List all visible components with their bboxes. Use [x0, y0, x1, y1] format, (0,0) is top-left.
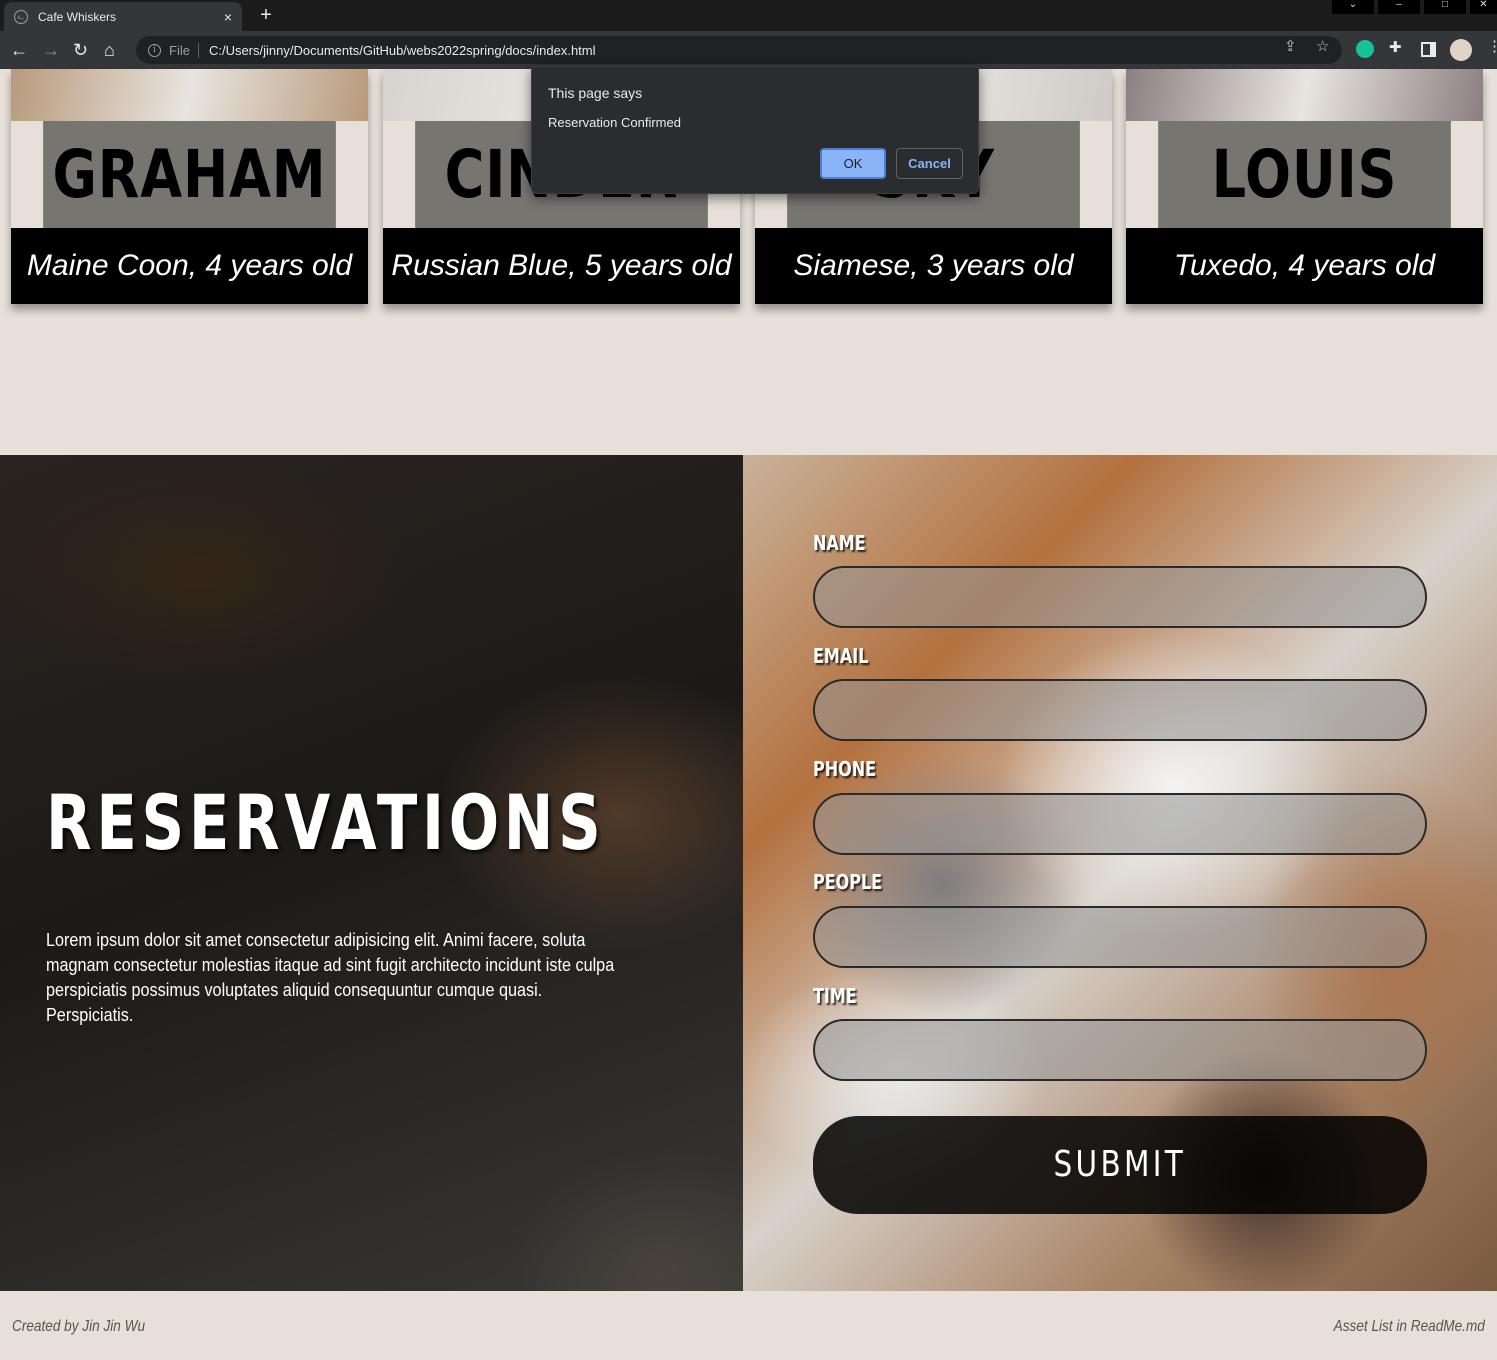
dialog-ok-button[interactable]: OK [820, 148, 886, 179]
name-input[interactable] [813, 566, 1427, 628]
cat-description: Siamese, 3 years old [755, 228, 1112, 304]
dialog-cancel-button[interactable]: Cancel [896, 148, 963, 179]
cat-name: GRAHAM [43, 121, 336, 228]
url-scheme: File [169, 42, 199, 58]
phone-label: PHONE [813, 757, 877, 781]
cat-card-louis: LOUIS Tuxedo, 4 years old [1126, 69, 1483, 304]
cat-favicon-icon: ᓚ [14, 9, 28, 24]
footer-credit: Created by Jin Jin Wu [12, 1318, 146, 1335]
new-tab-button[interactable]: + [254, 4, 278, 26]
cat-description: Russian Blue, 5 years old [383, 228, 740, 304]
close-window-icon[interactable]: ✕ [1470, 0, 1497, 14]
time-label: TIME [813, 984, 857, 1008]
time-input[interactable] [813, 1019, 1427, 1081]
browser-menu-icon[interactable]: ⋮ [1487, 37, 1497, 55]
maximize-window-icon[interactable]: □ [1424, 0, 1466, 14]
bookmark-star-icon[interactable]: ☆ [1316, 37, 1329, 55]
reservations-heading: RESERVATIONS [46, 778, 606, 867]
submit-label: SUBMIT [1053, 1144, 1187, 1185]
footer-asset-list: Asset List in ReadMe.md [1333, 1318, 1485, 1335]
cat-description: Tuxedo, 4 years old [1126, 228, 1483, 304]
tab-title: Cafe Whiskers [38, 9, 117, 24]
side-panel-icon[interactable] [1421, 42, 1436, 57]
reservations-description: Lorem ipsum dolor sit amet consectetur a… [46, 930, 615, 1025]
extensions-puzzle-icon[interactable]: ✚ [1389, 38, 1402, 56]
dialog-title: This page says [548, 85, 643, 101]
submit-button[interactable]: SUBMIT [813, 1116, 1427, 1214]
back-icon[interactable]: ← [10, 39, 28, 61]
people-label: PEOPLE [813, 870, 883, 894]
cat-photo-graham [11, 69, 368, 121]
forward-icon[interactable]: → [42, 39, 60, 61]
browser-tab-strip: ᓚ Cafe Whiskers × + ⌄ – □ ✕ [0, 0, 1497, 31]
cat-description: Maine Coon, 4 years old [11, 228, 368, 304]
alert-dialog: This page says Reservation Confirmed OK … [531, 66, 979, 194]
name-label: NAME [813, 531, 866, 555]
browser-tab[interactable]: ᓚ Cafe Whiskers × [4, 2, 242, 31]
cat-card-graham: GRAHAM Maine Coon, 4 years old [11, 69, 368, 304]
reload-icon[interactable]: ↻ [73, 39, 88, 61]
minimize-window-icon[interactable]: – [1378, 0, 1420, 14]
site-info-icon[interactable]: i [148, 43, 161, 57]
home-icon[interactable]: ⌂ [104, 39, 115, 61]
cat-name: LOUIS [1158, 121, 1451, 228]
email-label: EMAIL [813, 644, 869, 668]
profile-avatar-icon[interactable] [1450, 39, 1472, 61]
grammarly-extension-icon[interactable] [1356, 40, 1374, 58]
browser-toolbar: ← → ↻ ⌂ i File C:/Users/jinny/Documents/… [0, 31, 1497, 69]
share-icon[interactable]: ⇪ [1284, 37, 1297, 55]
reservations-background-photo [0, 455, 743, 1291]
url-text[interactable]: C:/Users/jinny/Documents/GitHub/webs2022… [209, 43, 596, 58]
phone-input[interactable] [813, 793, 1427, 855]
close-tab-icon[interactable]: × [224, 9, 232, 25]
address-bar[interactable]: i File C:/Users/jinny/Documents/GitHub/w… [136, 36, 1342, 64]
email-input[interactable] [813, 679, 1427, 741]
tab-search-icon[interactable]: ⌄ [1332, 0, 1374, 14]
people-input[interactable] [813, 906, 1427, 968]
cat-photo-louis [1126, 69, 1483, 121]
dialog-message: Reservation Confirmed [548, 115, 681, 130]
